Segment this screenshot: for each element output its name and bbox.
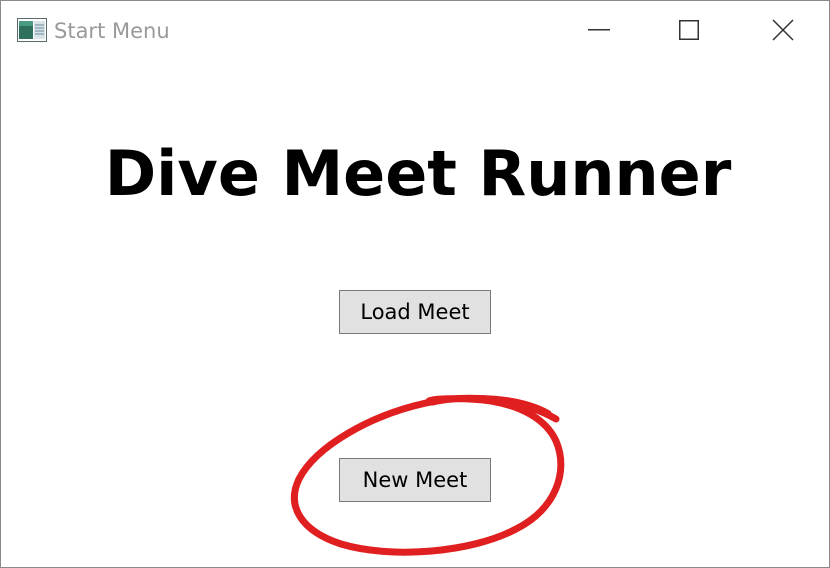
main-content: Dive Meet Runner Load Meet New Meet [5, 59, 825, 567]
app-window: Start Menu Dive Meet Runner Load Meet Ne… [0, 0, 830, 568]
minimize-icon [588, 29, 610, 31]
app-window-icon [17, 18, 47, 42]
maximize-icon [679, 20, 699, 40]
new-meet-button[interactable]: New Meet [339, 458, 491, 502]
close-icon [772, 19, 794, 41]
title-bar[interactable]: Start Menu [1, 1, 829, 59]
load-meet-button[interactable]: Load Meet [339, 290, 491, 334]
window-title: Start Menu [54, 19, 170, 43]
close-button[interactable] [737, 1, 829, 59]
page-title: Dive Meet Runner [104, 137, 732, 210]
maximize-button[interactable] [643, 1, 735, 59]
minimize-button[interactable] [553, 1, 645, 59]
